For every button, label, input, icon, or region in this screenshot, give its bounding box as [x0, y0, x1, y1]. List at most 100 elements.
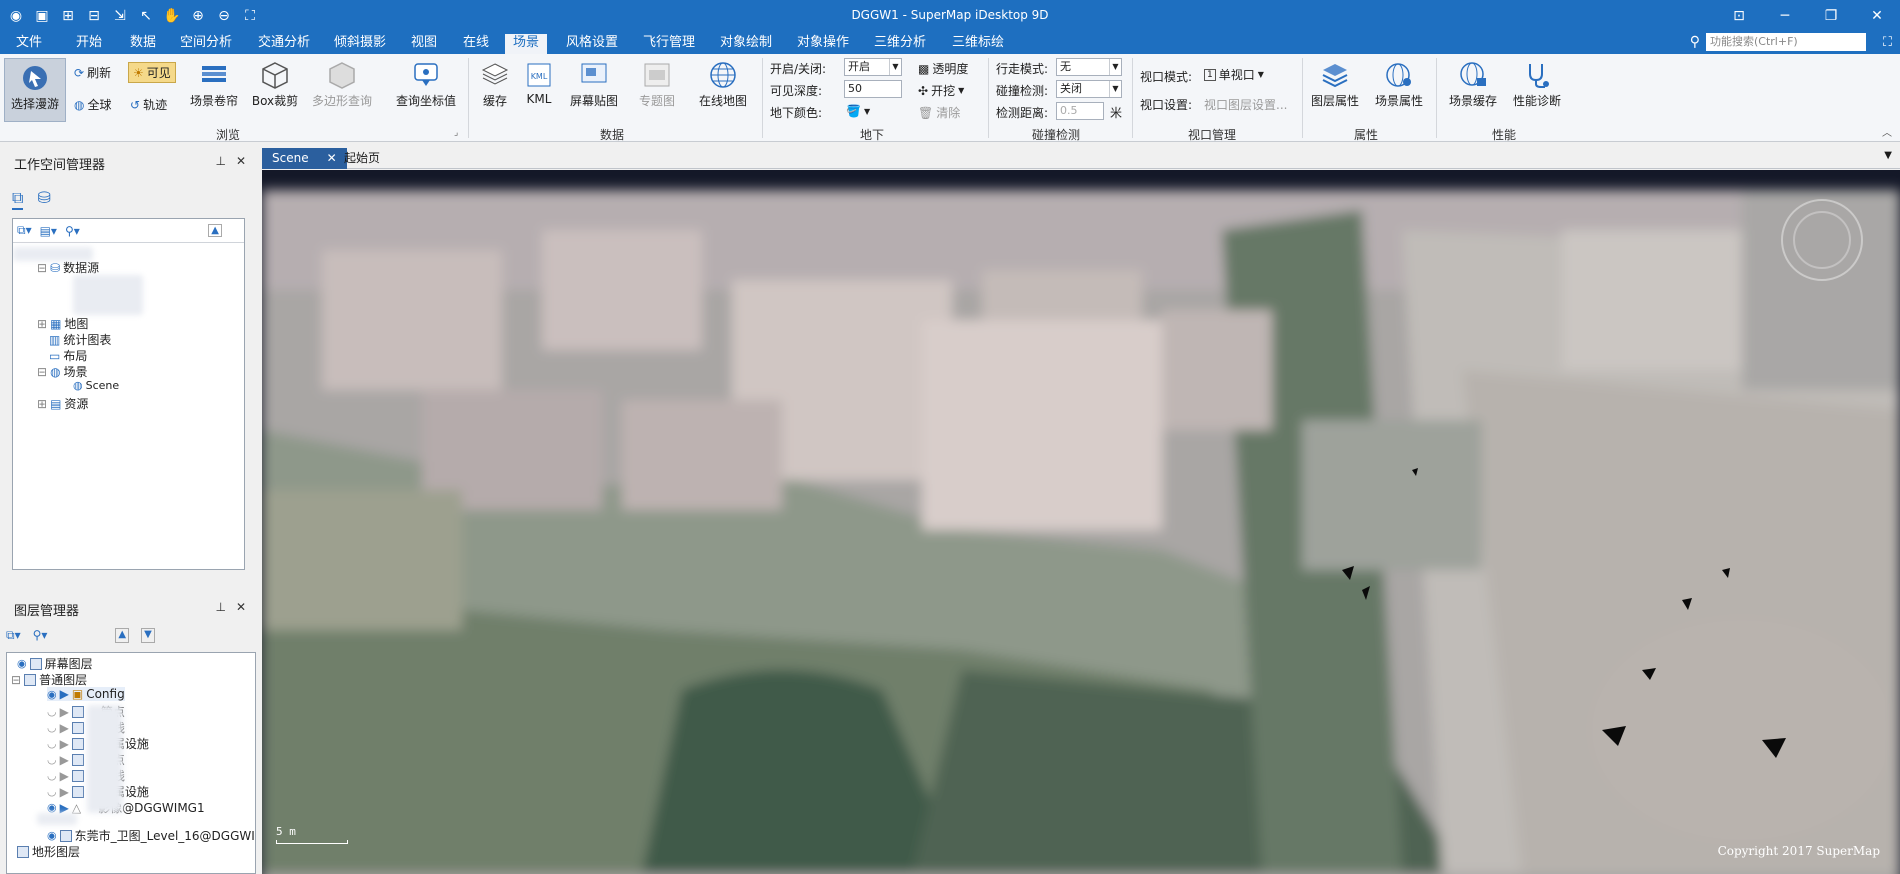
polygon-query-button[interactable]: 多边形查询 — [308, 60, 376, 109]
collapse-ribbon-icon[interactable]: ︿ — [1882, 124, 1892, 139]
eye-closed-icon[interactable]: ◡ — [47, 705, 57, 718]
screen-paste-button[interactable]: 屏幕贴图 — [566, 60, 622, 109]
tree-node-scene[interactable]: ⊟ ◍ 场景 — [37, 363, 88, 380]
menu-online[interactable]: 在线 — [455, 34, 497, 54]
vector-layer-icon — [71, 785, 84, 798]
menu-scene[interactable]: 场景 — [505, 34, 548, 54]
menu-data[interactable]: 数据 — [122, 34, 164, 54]
select-roam-button[interactable]: 选择漫游 — [4, 58, 66, 122]
query-coord-button[interactable]: 查询坐标值 — [392, 60, 460, 109]
function-search-input[interactable]: 功能搜索(Ctrl+F) — [1706, 33, 1866, 51]
layer-terrain[interactable]: 地形图层 — [17, 843, 80, 860]
new-datasource-icon[interactable]: ▤▾ — [40, 224, 57, 238]
thematic-button[interactable]: 专题图 — [634, 60, 680, 109]
scene-viewport[interactable]: 5 m Copyright 2017 SuperMap — [262, 170, 1900, 874]
visible-toggle[interactable]: ☀ 可见 — [128, 62, 176, 83]
group-launcher-icon[interactable]: ⌟ — [454, 128, 458, 138]
tree-node-scene-item[interactable]: ◍ Scene — [73, 379, 119, 392]
scene-properties-button[interactable]: 场景属性 — [1370, 60, 1428, 109]
ribbon-display-icon[interactable]: ⊡ — [1716, 0, 1762, 32]
menu-3d-analysis[interactable]: 三维分析 — [866, 34, 934, 54]
layer-normal[interactable]: ⊟ 普通图层 — [11, 671, 87, 688]
online-map-button[interactable]: 在线地图 — [690, 60, 756, 109]
select-arrow-icon[interactable]: ▶ — [60, 785, 69, 799]
tree-node-map[interactable]: ⊞ ▦ 地图 — [37, 315, 88, 332]
tree-node-chart[interactable]: ▥ 统计图表 — [49, 331, 111, 348]
close-button[interactable]: ✕ — [1854, 0, 1900, 32]
clear-button[interactable]: 🗑 清除 — [918, 104, 960, 121]
eye-closed-icon[interactable]: ◡ — [47, 721, 57, 734]
select-arrow-icon[interactable]: ▶ — [60, 753, 69, 767]
fullscreen-icon[interactable]: ⛶ — [1883, 35, 1892, 50]
cache-button[interactable]: 缓存 — [474, 60, 516, 109]
layer-down-icon[interactable]: ▼ — [141, 628, 155, 643]
color-picker[interactable]: 🪣 ▼ — [846, 104, 870, 118]
perf-diagnose-button[interactable]: 性能诊断 — [1508, 60, 1566, 109]
detect-distance-input[interactable]: 0.5 — [1056, 102, 1104, 120]
select-arrow-icon[interactable]: ▶ — [60, 737, 69, 751]
panel-close-icon[interactable]: ✕ — [236, 600, 246, 614]
workspace-open-icon[interactable]: ⧉▾ — [17, 223, 32, 238]
underground-toggle-label: 开启/关闭: — [770, 62, 827, 76]
box-clip-button[interactable]: Box裁剪 — [250, 60, 300, 109]
layer-config[interactable]: ◉ ▶ ▣ Config — [47, 687, 125, 701]
excavate-button[interactable]: ✣ 开挖 ▼ — [918, 82, 964, 99]
eye-closed-icon[interactable]: ◡ — [47, 753, 57, 766]
walk-mode-select[interactable]: 无 ▼ — [1056, 58, 1122, 76]
tab-start-page[interactable]: 起始页 — [334, 148, 390, 169]
menu-traffic-analysis[interactable]: 交通分析 — [250, 34, 318, 54]
menu-oblique[interactable]: 倾斜摄影 — [326, 34, 394, 54]
menu-style[interactable]: 风格设置 — [558, 34, 626, 54]
kml-button[interactable]: KML KML — [520, 60, 558, 106]
eye-icon[interactable]: ◉ — [47, 829, 57, 842]
layer-add-icon[interactable]: ⧉▾ — [6, 628, 21, 643]
track-button[interactable]: ↺ 轨迹 — [130, 96, 167, 113]
tree-node-datasource[interactable]: ⊟ ⛁ 数据源 — [37, 259, 99, 276]
viewport-layer-setting-button[interactable]: 视口图层设置... — [1204, 96, 1287, 113]
restore-button[interactable]: ❐ — [1808, 0, 1854, 32]
menu-3d-plot[interactable]: 三维标绘 — [944, 34, 1012, 54]
panel-close-icon[interactable]: ✕ — [236, 154, 246, 168]
workspace-tree-tab-icon[interactable]: ⧉ — [12, 188, 24, 210]
datasource-tab-icon[interactable]: ⛁ — [37, 188, 50, 210]
scene-cache-button[interactable]: 场景缓存 — [1444, 60, 1502, 109]
tree-up-icon[interactable]: ▲ — [208, 224, 222, 237]
eye-closed-icon[interactable]: ◡ — [47, 737, 57, 750]
menu-spatial-analysis[interactable]: 空间分析 — [172, 34, 240, 54]
pin-icon[interactable]: ⊥ — [215, 600, 225, 614]
eye-closed-icon[interactable]: ◡ — [47, 769, 57, 782]
menu-view[interactable]: 视图 — [403, 34, 445, 54]
layer-screen[interactable]: ◉ 屏幕图层 — [17, 655, 93, 672]
tree-node-layout[interactable]: ▭ 布局 — [49, 347, 87, 364]
select-arrow-icon[interactable]: ▶ — [60, 769, 69, 783]
eye-icon[interactable]: ◉ — [47, 688, 57, 701]
full-extent-button[interactable]: ◍ 全球 — [74, 96, 112, 113]
select-arrow-icon[interactable]: ▶ — [60, 705, 69, 719]
tree-node-resources[interactable]: ⊞ ▤ 资源 — [37, 395, 88, 412]
minimize-button[interactable]: ─ — [1762, 0, 1808, 32]
refresh-button[interactable]: ⟳ 刷新 — [74, 64, 111, 81]
scene-roll-button[interactable]: 场景卷帘 — [186, 60, 242, 109]
menu-start[interactable]: 开始 — [68, 34, 110, 54]
menu-file[interactable]: 文件 — [8, 34, 50, 54]
viewport-mode-select[interactable]: 1 单视口 ▼ — [1204, 66, 1264, 83]
collision-detect-select[interactable]: 关闭 ▼ — [1056, 80, 1122, 98]
layer-search-icon[interactable]: ⚲▾ — [33, 628, 48, 643]
eye-closed-icon[interactable]: ◡ — [47, 785, 57, 798]
tab-dropdown-icon[interactable]: ▼ — [1884, 150, 1892, 161]
menu-draw[interactable]: 对象绘制 — [712, 34, 780, 54]
layer-properties-button[interactable]: 图层属性 — [1306, 60, 1364, 109]
tree-search-icon[interactable]: ⚲▾ — [65, 224, 80, 238]
select-arrow-icon[interactable]: ▶ — [60, 687, 69, 701]
transparency-button[interactable]: ▩ 透明度 — [918, 60, 968, 77]
menu-object-ops[interactable]: 对象操作 — [789, 34, 857, 54]
underground-toggle-select[interactable]: 开启 ▼ — [844, 58, 902, 76]
layer-up-icon[interactable]: ▲ — [115, 628, 130, 643]
blurred-layer-names — [87, 705, 123, 813]
layer-satellite[interactable]: ◉ 东莞市_卫图_Level_16@DGGWIMG — [47, 827, 255, 844]
pin-icon[interactable]: ⊥ — [215, 154, 225, 168]
eye-icon[interactable]: ◉ — [17, 657, 27, 670]
select-arrow-icon[interactable]: ▶ — [60, 721, 69, 735]
menu-flight[interactable]: 飞行管理 — [635, 34, 703, 54]
depth-input[interactable]: 50 — [844, 80, 902, 98]
